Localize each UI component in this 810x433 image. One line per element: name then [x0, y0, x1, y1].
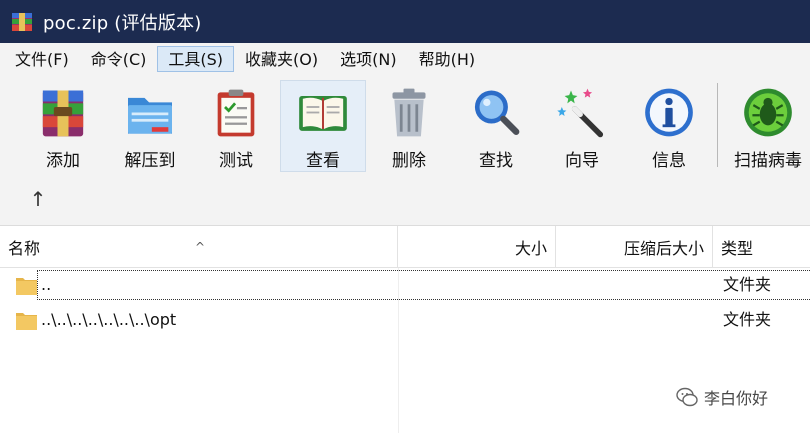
delete-trash-icon	[392, 88, 426, 137]
scan-virus-label: 扫描病毒	[734, 151, 802, 171]
info-icon	[645, 88, 693, 137]
wechat-icon	[676, 387, 698, 407]
extract-to-button[interactable]: 解压到	[107, 80, 193, 172]
folder-icon	[16, 278, 37, 295]
find-button[interactable]: 查找	[453, 80, 539, 172]
view-label: 查看	[306, 151, 340, 171]
folder-icon	[16, 313, 37, 330]
column-header-name[interactable]: 名称 ^	[0, 226, 398, 268]
column-header-size[interactable]: 大小	[398, 226, 556, 268]
file-row-opt[interactable]: ..\..\..\..\..\..\..\opt 文件夹	[0, 305, 810, 335]
test-label: 测试	[219, 151, 253, 171]
menu-favorites[interactable]: 收藏夹(O)	[234, 46, 329, 72]
scan-virus-button[interactable]: 扫描病毒	[726, 80, 810, 172]
winrar-app-icon	[11, 11, 33, 33]
find-magnifier-icon	[474, 90, 520, 135]
toolbar: 添加 解压到 测试 查看 删除 查找 向导 信息 扫描病毒 ↑	[0, 75, 810, 225]
menu-tools[interactable]: 工具(S)	[157, 46, 235, 72]
add-button[interactable]: 添加	[20, 80, 106, 172]
file-list-header: 名称 ^ 大小 压缩后大小 类型	[0, 226, 810, 268]
file-name: ..	[41, 275, 52, 294]
file-type: 文件夹	[723, 275, 772, 294]
column-header-packed-size[interactable]: 压缩后大小	[556, 226, 713, 268]
window-title: poc.zip (评估版本)	[43, 12, 202, 34]
title-bar: poc.zip (评估版本)	[0, 0, 810, 43]
view-book-icon	[299, 96, 347, 131]
sort-ascending-icon: ^	[195, 240, 206, 254]
toolbar-separator	[717, 83, 718, 167]
find-label: 查找	[479, 151, 513, 171]
wizard-wand-icon	[557, 88, 604, 138]
delete-button[interactable]: 删除	[366, 80, 452, 172]
file-name: ..\..\..\..\..\..\..\opt	[41, 310, 177, 329]
extract-folder-icon	[128, 97, 172, 134]
menu-options[interactable]: 选项(N)	[329, 46, 407, 72]
test-button[interactable]: 测试	[193, 80, 279, 172]
file-row-parent[interactable]: .. 文件夹	[0, 270, 810, 300]
column-header-type[interactable]: 类型	[713, 226, 810, 268]
test-clipboard-icon	[217, 89, 255, 137]
scan-virus-icon	[744, 88, 792, 137]
view-button[interactable]: 查看	[280, 80, 366, 172]
watermark-text: 李白你好	[704, 389, 769, 408]
menu-help[interactable]: 帮助(H)	[408, 46, 487, 72]
menu-commands[interactable]: 命令(C)	[80, 46, 158, 72]
info-label: 信息	[652, 151, 686, 171]
extract-to-label: 解压到	[124, 151, 176, 171]
delete-label: 删除	[392, 151, 426, 171]
watermark: 李白你好	[676, 385, 768, 409]
file-type: 文件夹	[723, 310, 772, 329]
wizard-button[interactable]: 向导	[539, 80, 625, 172]
add-label: 添加	[46, 151, 80, 171]
row-focus-outline	[37, 270, 810, 300]
up-folder-arrow-icon[interactable]: ↑	[26, 187, 50, 211]
menu-bar: 文件(F) 命令(C) 工具(S) 收藏夹(O) 选项(N) 帮助(H)	[0, 43, 810, 75]
menu-file[interactable]: 文件(F)	[4, 46, 80, 72]
column-name-label: 名称	[8, 239, 41, 258]
add-archive-icon	[42, 90, 84, 137]
info-button[interactable]: 信息	[626, 80, 712, 172]
wizard-label: 向导	[565, 151, 599, 171]
